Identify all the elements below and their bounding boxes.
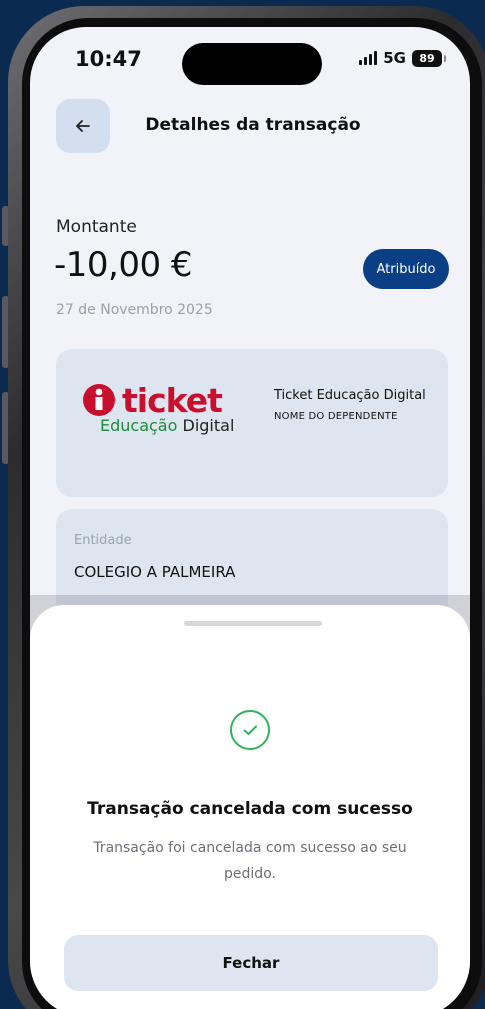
entity-label: Entidade (74, 533, 132, 548)
close-button[interactable]: Fechar (64, 935, 438, 991)
card-holder: NOME DO DEPENDENTE (274, 411, 398, 422)
signal-icon (359, 51, 378, 65)
sheet-title: Transação cancelada com sucesso (87, 799, 413, 819)
dynamic-island (182, 43, 322, 85)
header: Detalhes da transação (30, 99, 470, 159)
status-bar: 10:47 5G 89 (30, 27, 470, 97)
stage: 10:47 5G 89 Detalhes da transação Montan… (0, 0, 485, 1009)
status-badge: Atribuído (363, 249, 449, 289)
sheet-message: Transação foi cancelada com sucesso ao s… (93, 840, 407, 882)
check-circle-icon (230, 710, 270, 750)
transaction-date: 27 de Novembro 2025 (56, 302, 213, 318)
amount-label: Montante (56, 217, 137, 237)
logo-sub-black: Digital (182, 416, 235, 435)
phone-screen: 10:47 5G 89 Detalhes da transação Montan… (30, 27, 470, 1009)
benefit-card: ticket Educação Digital Ticket Educação … (56, 349, 448, 497)
card-name: Ticket Educação Digital (274, 388, 426, 403)
ticket-logo: ticket Educação Digital (82, 383, 272, 463)
network-label: 5G (383, 49, 406, 67)
card-info: Ticket Educação Digital NOME DO DEPENDEN… (274, 387, 434, 422)
logo-word: ticket (122, 380, 223, 420)
logo-row: ticket (82, 383, 272, 417)
status-indicators: 5G 89 (359, 49, 446, 67)
page-title: Detalhes da transação (145, 115, 361, 135)
bottom-sheet: Transação cancelada com sucesso Transaçã… (30, 605, 470, 1009)
logo-subtitle: Educação Digital (100, 418, 272, 434)
entity-value: COLEGIO A PALMEIRA (74, 563, 236, 581)
status-time: 10:47 (75, 47, 142, 71)
sheet-handle[interactable] (184, 621, 322, 626)
logo-sub-green: Educação (100, 416, 178, 435)
battery-level: 89 (419, 51, 435, 65)
amount-value: -10,00 € (54, 245, 193, 285)
battery-icon: 89 (412, 49, 446, 67)
ticket-logo-mark-icon (83, 384, 115, 416)
